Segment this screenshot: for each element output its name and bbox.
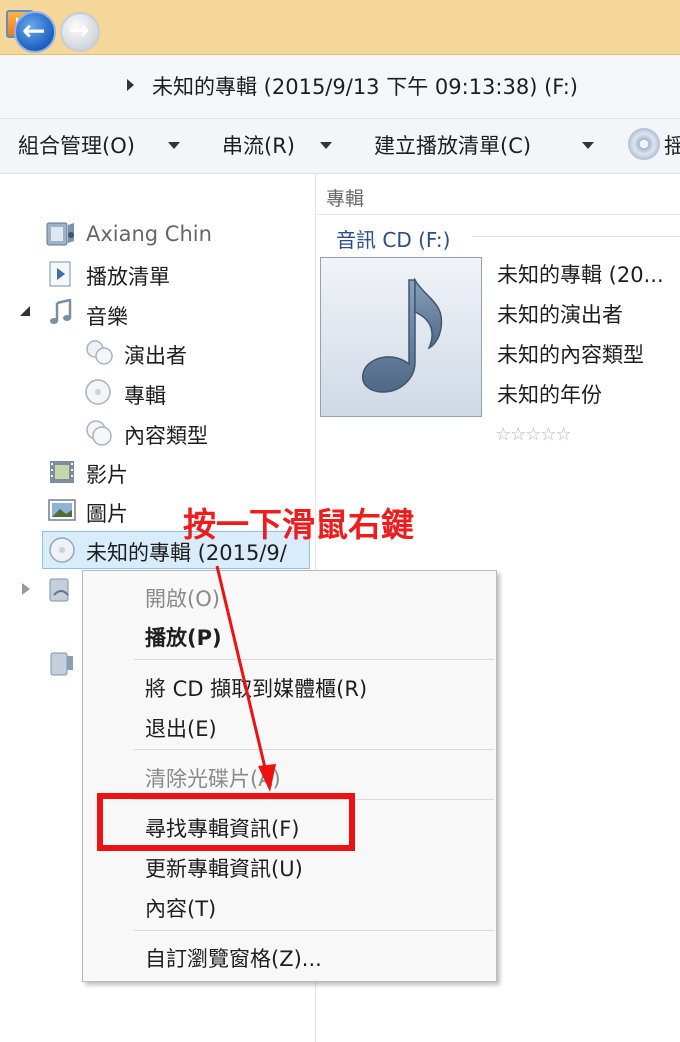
picture-icon (48, 497, 76, 525)
album-artist[interactable]: 未知的演出者 (497, 299, 623, 329)
toolbar-overflow-label[interactable]: 揺 (664, 130, 680, 160)
create-playlist-button[interactable]: 建立播放清單(C) (374, 130, 531, 160)
video-film-icon (48, 458, 76, 486)
star-rating[interactable]: ☆☆☆☆☆ (495, 424, 572, 445)
stream-chevron-down-icon[interactable] (320, 142, 332, 149)
music-expand-triangle-icon[interactable] (20, 306, 30, 316)
album-art-music-note-icon[interactable] (320, 257, 482, 417)
column-header-album[interactable]: 專輯 (326, 184, 364, 211)
menu-separator (134, 659, 494, 660)
organize-menu-button[interactable]: 組合管理(O) (18, 130, 135, 160)
other-library-expand-icon[interactable] (22, 583, 30, 595)
other-library-icon (46, 575, 74, 603)
annotation-right-click-label: 按一下滑鼠右鍵 (183, 505, 414, 544)
menu-item-customize-nav-pane[interactable]: 自訂瀏覽窗格(Z)... (145, 943, 322, 973)
back-button[interactable] (14, 11, 56, 53)
group-header-divider (472, 236, 680, 237)
media-guide-icon (48, 650, 76, 678)
menu-separator (134, 930, 494, 931)
nav-album[interactable]: 專輯 (124, 380, 166, 410)
nav-playlists[interactable]: 播放清單 (86, 261, 170, 291)
breadcrumb[interactable]: 未知的專輯 (2015/9/13 下午 09:13:38) (F:) (152, 71, 578, 101)
menu-item-play[interactable]: 播放(P) (145, 622, 222, 652)
group-header-audio-cd: 音訊 CD (F:) (336, 228, 451, 252)
menu-item-rip-cd[interactable]: 將 CD 擷取到媒體櫃(R) (145, 673, 367, 703)
album-title[interactable]: 未知的專輯 (20... (497, 259, 664, 289)
organize-chevron-down-icon[interactable] (168, 142, 180, 149)
menu-separator (134, 749, 494, 750)
burn-disc-icon[interactable] (628, 128, 660, 160)
forward-button[interactable] (60, 12, 100, 52)
genre-icon (84, 418, 112, 446)
nav-videos[interactable]: 影片 (86, 459, 128, 489)
artist-icon (84, 338, 113, 366)
music-note-icon (48, 298, 76, 327)
column-header (316, 174, 680, 215)
nav-music[interactable]: 音樂 (86, 301, 128, 331)
playlist-icon (48, 260, 76, 288)
menu-item-update-album-info[interactable]: 更新專輯資訊(U) (145, 853, 303, 883)
nav-artist[interactable]: 演出者 (124, 340, 187, 370)
album-year[interactable]: 未知的年份 (497, 379, 602, 409)
nav-genre[interactable]: 內容類型 (124, 420, 208, 450)
nav-pictures[interactable]: 圖片 (86, 498, 128, 528)
album-disc-icon (84, 378, 112, 406)
create-playlist-chevron-down-icon[interactable] (582, 142, 594, 149)
stream-menu-button[interactable]: 串流(R) (222, 130, 295, 160)
title-bar (0, 0, 680, 55)
menu-item-eject[interactable]: 退出(E) (145, 713, 217, 743)
album-genre[interactable]: 未知的內容類型 (497, 339, 644, 369)
cd-disc-icon (48, 536, 76, 564)
breadcrumb-chevron-icon[interactable] (127, 79, 134, 91)
annotation-highlight-box (97, 793, 355, 851)
nav-user-library[interactable]: Axiang Chin (86, 222, 212, 246)
menu-item-open[interactable]: 開啟(O) (145, 583, 220, 613)
user-library-icon (46, 220, 74, 248)
menu-item-properties[interactable]: 內容(T) (145, 893, 216, 923)
menu-item-clear-disc[interactable]: 清除光碟片(A) (145, 763, 281, 793)
